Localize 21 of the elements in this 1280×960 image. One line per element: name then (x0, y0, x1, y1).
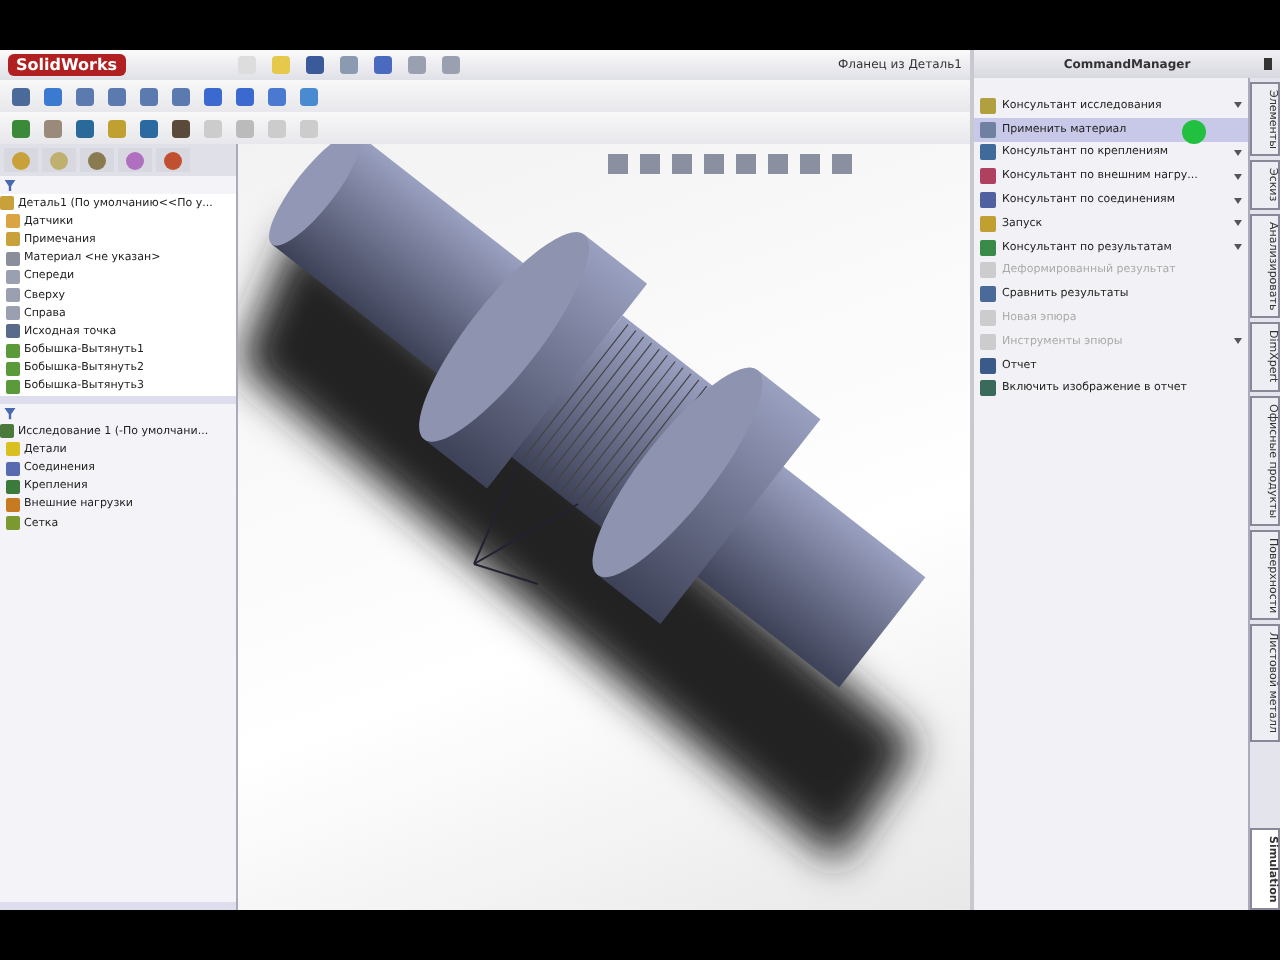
study-icon (0, 424, 14, 439)
filter-icon[interactable] (4, 407, 16, 420)
tab-icon (88, 151, 106, 169)
dropdown-arrow-icon[interactable] (1234, 149, 1242, 156)
tab-icon (12, 151, 30, 169)
app-logo: SolidWorks (8, 54, 126, 76)
view-toolbar[interactable] (608, 154, 852, 174)
part-icon (0, 196, 14, 211)
dropdown-arrow-icon[interactable] (1234, 220, 1242, 227)
tab-icon (126, 151, 144, 169)
tab-icon (164, 151, 182, 169)
dropdown-arrow-icon[interactable] (1234, 244, 1242, 251)
panel-tab[interactable] (80, 148, 114, 172)
dropdown-arrow-icon[interactable] (1234, 197, 1242, 204)
panel-tab[interactable] (118, 148, 152, 172)
axis-triad-icon (473, 463, 579, 585)
filter-icon[interactable] (4, 179, 16, 191)
dropdown-arrow-icon[interactable] (1234, 102, 1242, 109)
tab-icon (50, 151, 68, 169)
dropdown-arrow-icon[interactable] (1234, 173, 1242, 180)
panel-tab[interactable] (156, 148, 190, 172)
